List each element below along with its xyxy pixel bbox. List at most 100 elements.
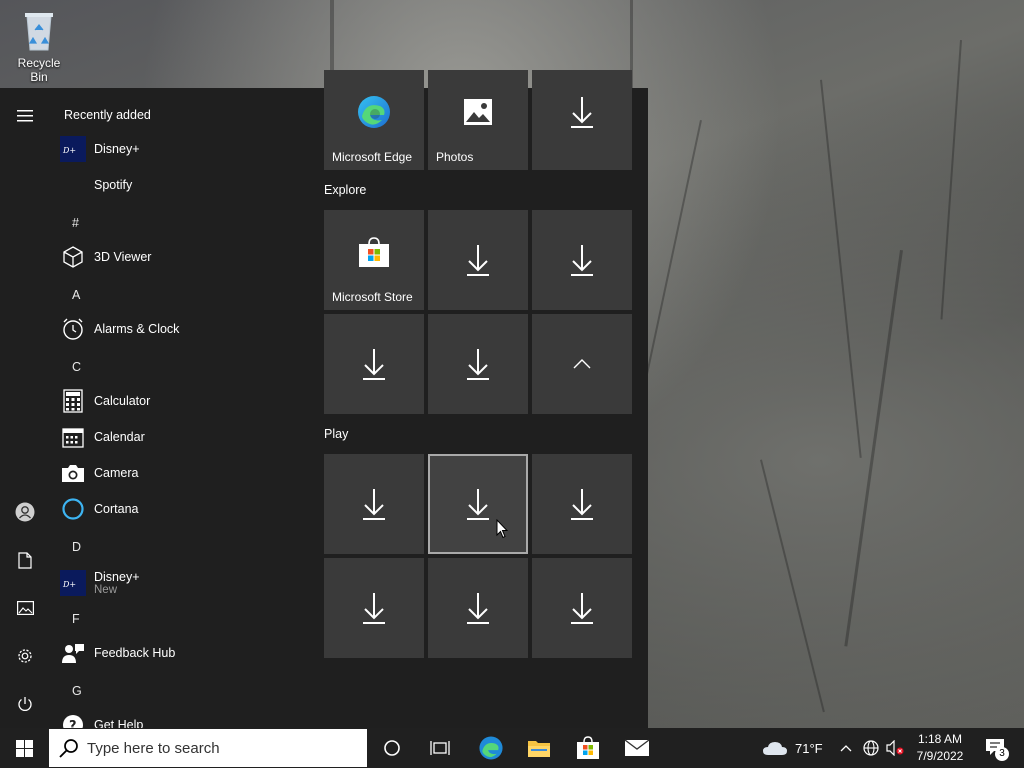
folder-icon — [528, 741, 550, 757]
app-item-3d-viewer[interactable]: 3D Viewer — [60, 239, 151, 275]
user-account-button[interactable] — [0, 492, 50, 532]
start-menu: Recently added D+ Disney+ Spotify # 3D V… — [0, 70, 648, 728]
tile-label: Photos — [436, 150, 474, 164]
windows-logo-icon — [16, 739, 33, 757]
download-arrow-icon — [571, 489, 593, 520]
picture-icon — [16, 601, 34, 615]
speaker-muted-icon — [886, 740, 904, 756]
app-item-disney-recent[interactable]: D+ Disney+ — [60, 131, 140, 167]
app-item-cortana[interactable]: Cortana — [60, 491, 138, 527]
weather-button[interactable] — [760, 728, 790, 768]
tile-pending-download[interactable] — [428, 314, 528, 414]
svg-text:D+: D+ — [62, 580, 76, 589]
taskbar-mail-button[interactable] — [614, 728, 660, 768]
group-letter-a[interactable]: A — [72, 288, 80, 302]
disney-icon: D+ — [60, 570, 86, 596]
weather-temperature[interactable]: 71°F — [795, 741, 823, 756]
disney-icon: D+ — [60, 136, 86, 162]
gear-icon — [18, 649, 32, 663]
app-item-disney[interactable]: D+ Disney+ New — [60, 563, 140, 603]
recycle-bin-shortcut[interactable]: Recycle Bin — [8, 8, 70, 84]
mouse-cursor-icon — [496, 519, 508, 539]
search-box[interactable]: Type here to search — [49, 729, 367, 767]
group-letter-d[interactable]: D — [72, 540, 81, 554]
clock-date[interactable]: 7/9/2022 — [912, 749, 968, 763]
download-arrow-icon — [363, 349, 385, 380]
help-icon: ? — [60, 712, 86, 728]
start-rail — [0, 88, 50, 728]
tile-pending-download[interactable] — [532, 210, 632, 310]
hamburger-icon — [17, 110, 33, 122]
notification-count-badge: 3 — [995, 747, 1009, 761]
action-center-button[interactable]: 3 — [976, 728, 1016, 768]
new-badge: New — [94, 584, 118, 596]
recently-added-header: Recently added — [64, 108, 151, 122]
tile-pending-download[interactable] — [428, 558, 528, 658]
tile-pending-download[interactable] — [532, 454, 632, 554]
store-icon — [359, 237, 389, 267]
tile-microsoft-edge[interactable]: Microsoft Edge — [324, 70, 424, 170]
edge-icon — [358, 96, 390, 128]
svg-text:?: ? — [69, 719, 77, 728]
group-letter-g[interactable]: G — [72, 684, 82, 698]
pictures-button[interactable] — [0, 588, 50, 628]
taskbar-store-button[interactable] — [565, 728, 611, 768]
tile-pending-download[interactable] — [324, 558, 424, 658]
search-icon — [59, 739, 78, 758]
task-view-button[interactable] — [418, 728, 462, 768]
task-view-icon — [430, 741, 450, 755]
chevron-up-icon — [840, 745, 852, 752]
download-arrow-icon — [571, 245, 593, 276]
app-item-calendar[interactable]: Calendar — [60, 419, 145, 455]
clock-time[interactable]: 1:18 AM — [914, 732, 966, 746]
edge-icon — [479, 736, 503, 760]
app-item-alarms-clock[interactable]: Alarms & Clock — [60, 311, 179, 347]
app-list[interactable]: Recently added D+ Disney+ Spotify # 3D V… — [50, 88, 314, 728]
group-letter-hash[interactable]: # — [72, 216, 79, 230]
download-arrow-icon — [571, 593, 593, 624]
group-letter-f[interactable]: F — [72, 612, 80, 626]
tile-folder-collapse[interactable] — [532, 314, 632, 414]
app-item-calculator[interactable]: Calculator — [60, 383, 150, 419]
cortana-icon — [60, 496, 86, 522]
network-button[interactable] — [860, 728, 882, 768]
power-button[interactable] — [0, 684, 50, 724]
tile-pending-download[interactable] — [324, 454, 424, 554]
app-item-spotify[interactable]: Spotify — [60, 167, 132, 203]
clock-icon — [60, 316, 86, 342]
download-arrow-icon — [571, 97, 593, 128]
volume-button[interactable] — [884, 728, 906, 768]
tile-pending-download[interactable] — [532, 558, 632, 658]
tile-pending-download[interactable] — [428, 210, 528, 310]
group-letter-c[interactable]: C — [72, 360, 81, 374]
cloud-icon — [763, 742, 787, 755]
app-item-get-help[interactable]: ? Get Help — [60, 707, 143, 728]
group-title-explore[interactable]: Explore — [324, 183, 366, 197]
start-button[interactable] — [0, 728, 49, 768]
download-arrow-icon — [467, 245, 489, 276]
app-item-feedback-hub[interactable]: Feedback Hub — [60, 635, 175, 671]
taskbar-edge-button[interactable] — [468, 728, 514, 768]
settings-button[interactable] — [0, 636, 50, 676]
document-icon — [18, 551, 32, 569]
app-item-camera[interactable]: Camera — [60, 455, 138, 491]
expand-menu-button[interactable] — [0, 96, 50, 136]
taskbar-file-explorer-button[interactable] — [516, 728, 562, 768]
group-title-play[interactable]: Play — [324, 427, 348, 441]
show-hidden-icons-button[interactable] — [836, 728, 856, 768]
power-icon — [18, 697, 32, 711]
photos-icon — [464, 99, 492, 125]
tile-pending-download[interactable] — [532, 70, 632, 170]
calculator-icon — [60, 388, 86, 414]
tile-photos[interactable]: Photos — [428, 70, 528, 170]
documents-button[interactable] — [0, 540, 50, 580]
user-avatar-icon — [15, 502, 35, 522]
recycle-bin-label: Recycle Bin — [17, 56, 61, 84]
download-arrow-icon — [467, 593, 489, 624]
tile-microsoft-store[interactable]: Microsoft Store — [324, 210, 424, 310]
cortana-button[interactable] — [370, 728, 414, 768]
feedback-icon — [60, 640, 86, 666]
tile-pending-download[interactable] — [324, 314, 424, 414]
tile-label: Microsoft Store — [332, 290, 413, 304]
tile-pending-download-hovered[interactable] — [428, 454, 528, 554]
